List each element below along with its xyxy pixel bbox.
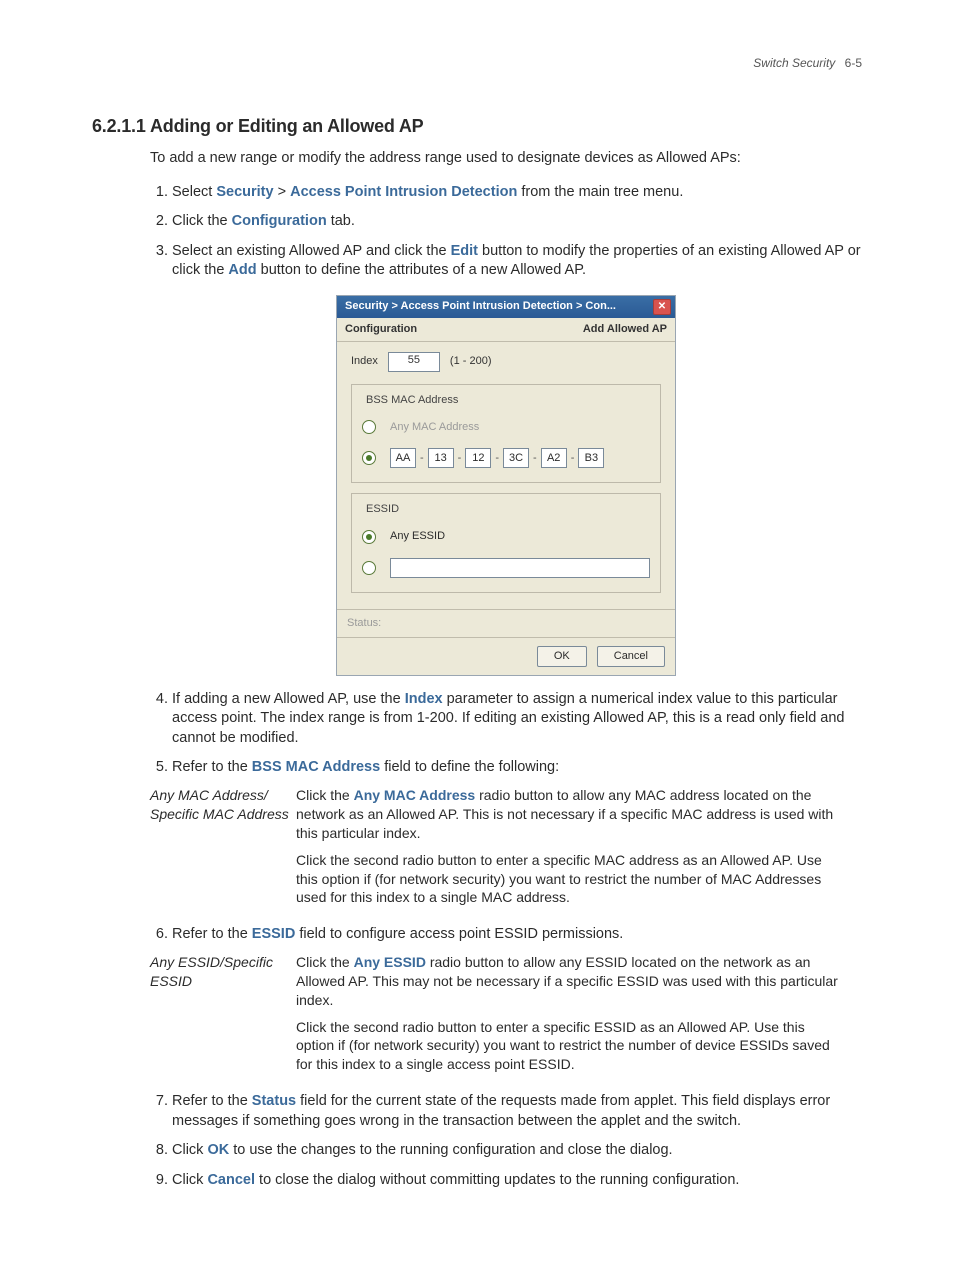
apid-link: Access Point Intrusion Detection [290,184,517,200]
step-4: If adding a new Allowed AP, use the Inde… [172,690,862,749]
index-label: Index [351,354,378,369]
page-number: 6-5 [845,56,862,70]
running-header: Switch Security 6-5 [92,56,862,70]
edit-label: Edit [451,243,478,259]
dialog-footer: OK Cancel [337,637,675,675]
any-mac-label: Any MAC Address [390,420,479,435]
status-field-label: Status [252,1093,296,1109]
any-essid-label-ref: Any ESSID [354,954,426,970]
mac-definition-table: Any MAC Address/ Specific MAC Address Cl… [150,786,840,915]
bss-mac-field-label: BSS MAC Address [252,759,380,775]
section-heading: 6.2.1.1Adding or Editing an Allowed AP [92,116,862,137]
ok-button[interactable]: OK [537,646,587,667]
bss-mac-legend: BSS MAC Address [362,393,462,408]
dialog-sub-right: Add Allowed AP [583,322,667,337]
mac-byte-5[interactable]: A2 [541,448,567,468]
dialog-sub-left: Configuration [345,322,417,337]
status-label: Status: [347,617,381,629]
step-5: Refer to the BSS MAC Address field to de… [172,758,862,915]
index-param-label: Index [405,691,443,707]
essid-fieldset: ESSID Any ESSID [351,493,661,593]
dialog-titlebar: Security > Access Point Intrusion Detect… [337,296,675,318]
header-title: Switch Security [753,56,835,70]
any-essid-radio[interactable] [362,530,376,544]
dialog-title-text: Security > Access Point Intrusion Detect… [345,299,616,314]
step-8: Click OK to use the changes to the runni… [172,1141,862,1161]
dialog-subheader: Configuration Add Allowed AP [337,318,675,342]
bss-mac-fieldset: BSS MAC Address Any MAC Address AA [351,384,661,484]
mac-byte-1[interactable]: AA [390,448,416,468]
any-essid-label: Any ESSID [390,529,445,544]
add-allowed-ap-dialog: Security > Access Point Intrusion Detect… [336,295,676,676]
essid-field-label: ESSID [252,926,296,942]
specific-mac-row: AA - 13 - 12 - 3C - A2 [362,448,650,468]
add-label: Add [228,262,256,278]
any-essid-row: Any ESSID [362,529,650,544]
essid-def-body: Click the Any ESSID radio button to allo… [296,953,840,1082]
dialog-figure: Security > Access Point Intrusion Detect… [150,295,862,676]
mac-byte-2[interactable]: 13 [428,448,454,468]
section-number: 6.2.1.1 [92,116,150,137]
specific-essid-row [362,558,650,578]
index-row: Index 55 (1 - 200) [351,352,661,372]
step-9: Click Cancel to close the dialog without… [172,1171,862,1191]
specific-essid-radio[interactable] [362,561,376,575]
dialog-status: Status: [337,609,675,637]
cancel-button[interactable]: Cancel [597,646,665,667]
intro-text: To add a new range or modify the address… [150,149,862,169]
essid-input[interactable] [390,558,650,578]
step-3: Select an existing Allowed AP and click … [172,242,862,676]
any-mac-radio[interactable] [362,420,376,434]
mac-byte-3[interactable]: 12 [465,448,491,468]
essid-def-term: Any ESSID/Specific ESSID [150,953,296,1082]
any-mac-row: Any MAC Address [362,420,650,435]
mac-input-group: AA - 13 - 12 - 3C - A2 [390,448,604,468]
configuration-tab-label: Configuration [232,213,327,229]
step-1: Select Security > Access Point Intrusion… [172,183,862,203]
cancel-label: Cancel [207,1172,255,1188]
ok-label: OK [207,1142,229,1158]
mac-byte-6[interactable]: B3 [578,448,604,468]
mac-def-term: Any MAC Address/ Specific MAC Address [150,786,296,915]
step-7: Refer to the Status field for the curren… [172,1092,862,1131]
section-title: Adding or Editing an Allowed AP [150,116,423,136]
mac-def-body: Click the Any MAC Address radio button t… [296,786,840,915]
mac-byte-4[interactable]: 3C [503,448,529,468]
index-hint: (1 - 200) [450,354,492,369]
close-icon[interactable]: ✕ [653,299,671,315]
step-2: Click the Configuration tab. [172,212,862,232]
essid-legend: ESSID [362,502,403,517]
specific-mac-radio[interactable] [362,451,376,465]
index-input[interactable]: 55 [388,352,440,372]
step-6: Refer to the ESSID field to configure ac… [172,925,862,1082]
essid-definition-table: Any ESSID/Specific ESSID Click the Any E… [150,953,840,1082]
security-link: Security [216,184,273,200]
any-mac-label-ref: Any MAC Address [354,787,476,803]
